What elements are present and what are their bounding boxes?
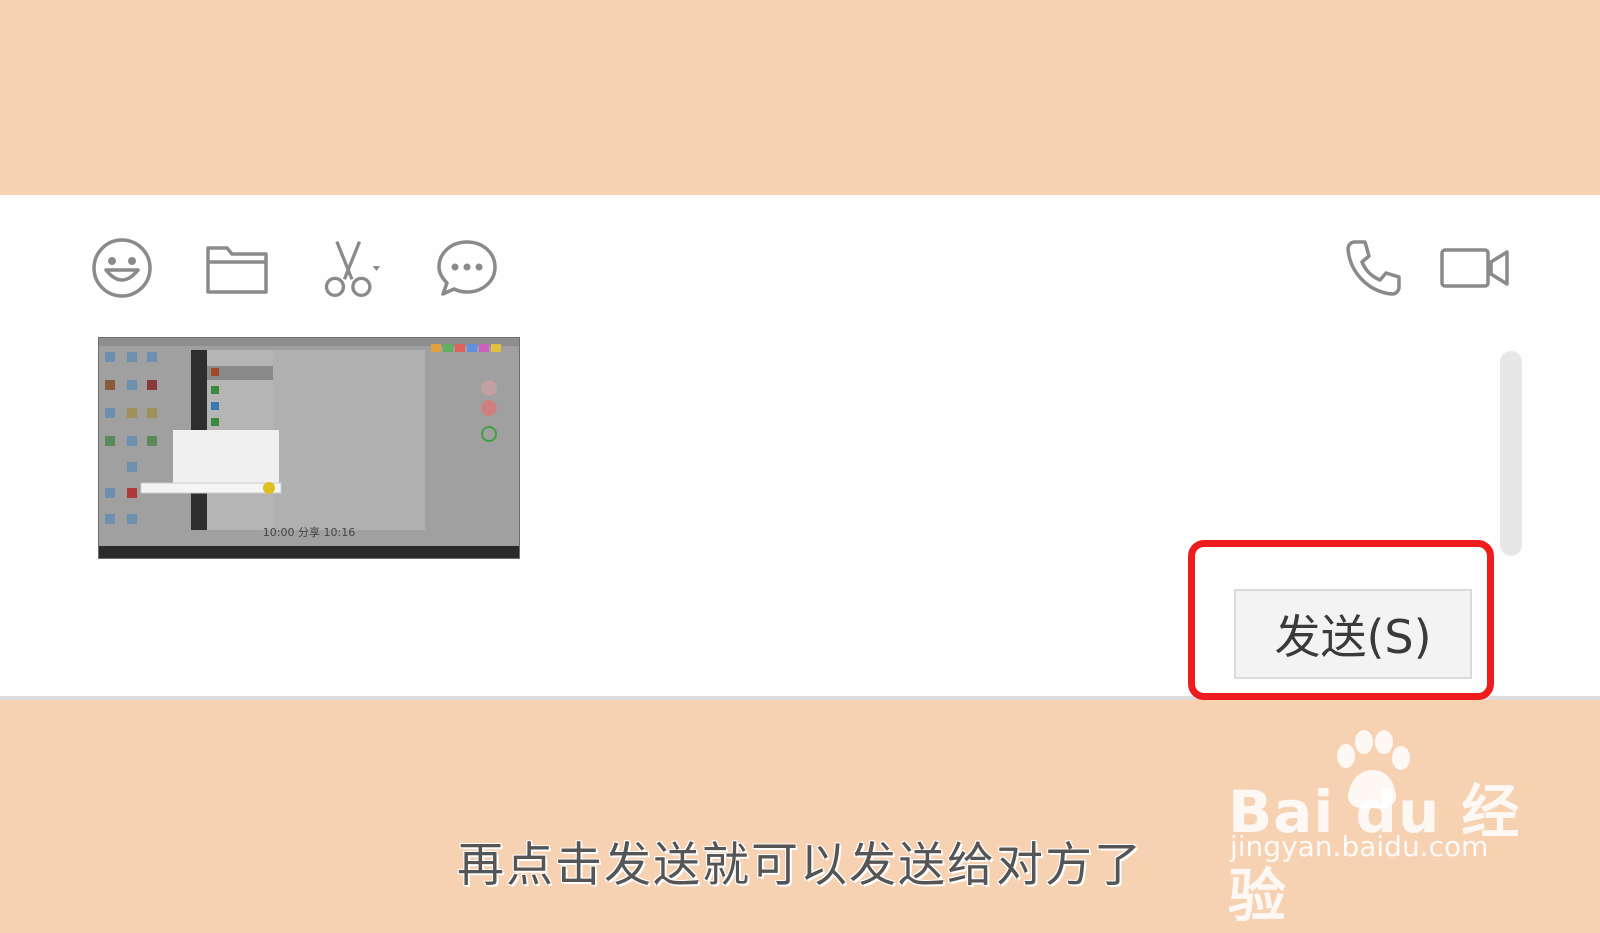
phone-call-icon[interactable] [1340,235,1406,301]
chat-input-panel: 10:00 分享 10:16 发送(S) [0,195,1600,700]
chat-history-icon[interactable] [434,235,500,301]
screenshot-attachment[interactable]: 10:00 分享 10:16 [98,337,520,559]
screenshot-thumbnail-image: 10:00 分享 10:16 [99,338,519,558]
tutorial-caption: 再点击发送就可以发送给对方了 [457,838,1143,893]
video-call-icon[interactable] [1438,235,1512,301]
input-scrollbar[interactable] [1500,351,1522,556]
emoji-icon[interactable] [89,235,155,301]
folder-icon[interactable] [204,235,270,301]
scissors-icon[interactable] [318,235,384,301]
screenshot-inner-text: 10:00 分享 10:16 [263,525,355,539]
send-button[interactable]: 发送(S) [1234,589,1472,679]
